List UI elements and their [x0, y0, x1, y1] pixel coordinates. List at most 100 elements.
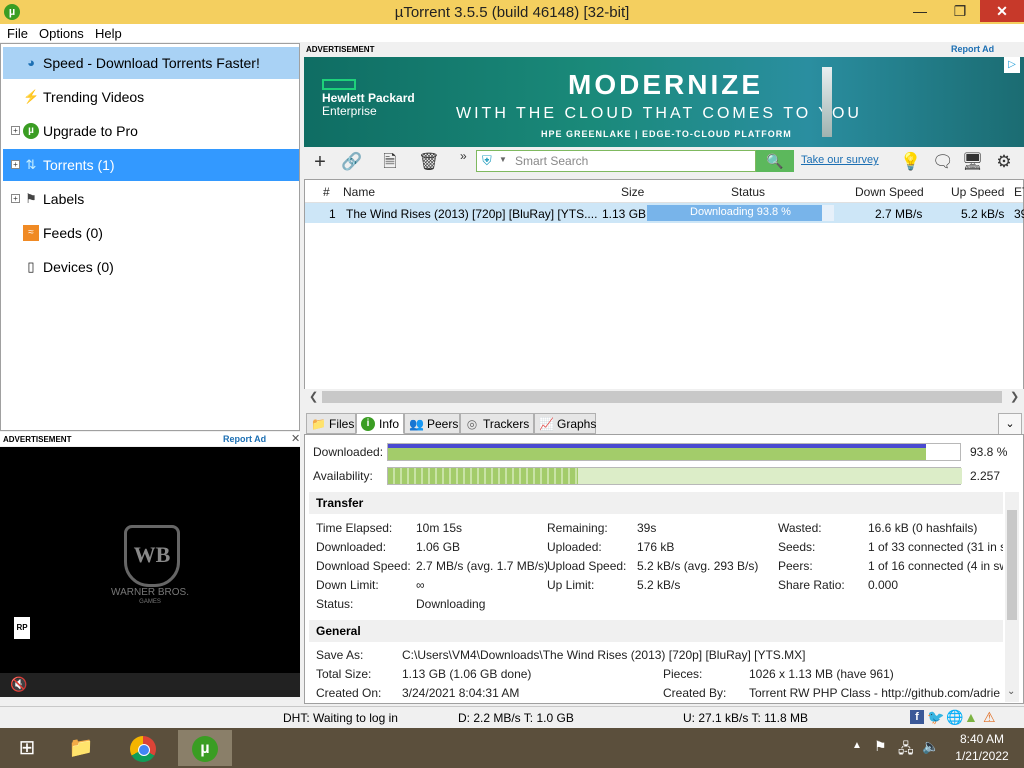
sidebar-item-upgrade[interactable]: + µ Upgrade to Pro — [3, 115, 299, 147]
chrome-icon[interactable] — [116, 730, 170, 766]
general-header: General — [309, 620, 1003, 642]
sidebar-item-feeds[interactable]: ≈ Feeds (0) — [3, 217, 299, 249]
transfer-label-b: Remaining: — [547, 521, 608, 535]
windows-start-icon[interactable]: ⊞ — [0, 730, 54, 766]
search-placeholder: Smart Search — [515, 154, 589, 168]
tray-chevron-icon[interactable]: ▲ — [852, 740, 862, 751]
menu-options[interactable]: Options — [39, 26, 84, 41]
row-down-speed: 2.7 MB/s — [875, 207, 923, 221]
tag-icon: ⚑ — [25, 191, 37, 206]
mute-icon[interactable]: 🔇 — [10, 676, 27, 693]
row-num: 1 — [329, 207, 336, 221]
menu-help[interactable]: Help — [95, 26, 122, 41]
report-ad-link[interactable]: Report Ad — [223, 434, 266, 444]
sidebar-item-labels[interactable]: + ⚑ Labels — [3, 183, 299, 215]
tab-graphs[interactable]: 📈 Graphs — [534, 413, 596, 434]
taskbar: ⊞ 📁 µ ▲ ⚑ 🖧 🔈 8:40 AM 1/21/2022 — [0, 728, 1024, 768]
twitter-icon[interactable]: 🐦 — [927, 709, 944, 726]
utorrent-taskbar-icon[interactable]: µ — [178, 730, 232, 766]
scroll-left-icon[interactable]: ❮ — [309, 390, 318, 403]
warning-icon[interactable]: ⚠ — [983, 709, 996, 726]
transfer-label-b: Upload Speed: — [547, 559, 627, 573]
transfer-value-c: 0.000 — [868, 578, 899, 592]
scroll-down-icon[interactable]: ⌄ — [1007, 686, 1015, 697]
title-bar: µ µTorrent 3.5.5 (build 46148) [32-bit] … — [0, 0, 1024, 24]
col-header-num[interactable]: # — [323, 182, 330, 202]
facebook-icon[interactable]: f — [910, 710, 924, 724]
transfer-value-b: 176 kB — [637, 540, 675, 554]
transfer-value-a: 10m 15s — [416, 521, 463, 535]
remove-torrent-icon[interactable]: 🗑 — [418, 153, 440, 171]
android-icon[interactable]: ▲ — [964, 709, 978, 725]
expand-icon[interactable]: + — [11, 126, 20, 135]
col-header-eta[interactable]: ET — [1014, 182, 1024, 202]
clock-time[interactable]: 8:40 AM — [952, 732, 1012, 746]
collapse-panel-icon[interactable]: ⌄ — [998, 413, 1022, 435]
report-ad-link[interactable]: Report Ad — [951, 44, 994, 54]
transfer-value-b: 5.2 kB/s — [637, 578, 681, 592]
network-icon[interactable]: 🖧 — [898, 738, 914, 762]
scroll-thumb[interactable] — [322, 391, 1002, 403]
hpe-name-line1: Hewlett Packard — [322, 91, 415, 105]
scroll-right-icon[interactable]: ❯ — [1010, 390, 1019, 403]
created-by-value: Torrent RW PHP Class - http://github.com… — [749, 686, 1000, 700]
transfer-value-b: 5.2 kB/s (avg. 293 B/s) — [637, 559, 759, 573]
general-title: General — [316, 624, 361, 638]
sidebar-item-speed[interactable]: ◕ Speed - Download Torrents Faster! — [3, 47, 299, 79]
close-icon[interactable]: ✕ — [980, 0, 1024, 22]
sidebar-item-torrents[interactable]: + ⇅ Torrents (1) — [3, 149, 299, 181]
create-torrent-icon[interactable]: 🗎 — [380, 153, 400, 171]
lightbulb-icon[interactable]: 💡 — [900, 153, 921, 171]
search-dropdown-icon[interactable]: ▼ — [499, 155, 507, 164]
top-ad-banner[interactable]: Hewlett Packard Enterprise MODERNIZE WIT… — [304, 57, 1024, 147]
horizontal-scrollbar[interactable]: ❮ ❯ — [304, 389, 1024, 405]
volume-icon[interactable]: 🔈 — [922, 738, 939, 755]
gear-icon[interactable]: ⚙ — [994, 153, 1014, 171]
expand-icon[interactable]: + — [11, 194, 20, 203]
lighthouse-image — [822, 67, 832, 137]
left-ad-video[interactable]: WB WARNER BROS. GAMES RP 🔇 — [0, 447, 300, 697]
transfer-value-c: 1 of 16 connected (4 in sw — [868, 559, 1003, 573]
info-vertical-scrollbar[interactable]: ⌄ — [1005, 492, 1019, 702]
tab-trackers[interactable]: ◎ Trackers — [460, 413, 534, 434]
row-progress-track: Downloading 93.8 % — [647, 205, 834, 221]
file-explorer-icon[interactable]: 📁 — [54, 730, 108, 766]
created-on-label: Created On: — [316, 686, 382, 700]
close-ad-icon[interactable]: ✕ — [291, 432, 300, 445]
tab-files[interactable]: 📁 Files — [306, 413, 356, 434]
pieces-value: 1026 x 1.13 MB (have 961) — [749, 667, 894, 681]
add-torrent-icon[interactable]: + — [310, 152, 330, 172]
minimize-icon[interactable]: — — [900, 0, 940, 22]
save-as-value: C:\Users\VM4\Downloads\The Wind Rises (2… — [402, 648, 806, 662]
hpe-logo-icon — [322, 79, 356, 90]
availability-fill-low — [578, 468, 962, 484]
window-title: µTorrent 3.5.5 (build 46148) [32-bit] — [394, 4, 630, 21]
col-header-up-speed[interactable]: Up Speed — [951, 182, 1004, 202]
adchoices-icon[interactable]: ▷ — [1004, 57, 1020, 73]
sidebar-item-devices[interactable]: ▯ Devices (0) — [3, 251, 299, 283]
sidebar-item-trending[interactable]: ⚡ Trending Videos — [3, 81, 299, 113]
tab-peers[interactable]: 👥 Peers — [404, 413, 460, 434]
monitor-icon[interactable]: 🖥 — [962, 153, 984, 171]
tab-info[interactable]: i Info — [356, 413, 404, 434]
smart-search-input[interactable]: ⛨ ▼ Smart Search — [476, 150, 756, 172]
clock-date[interactable]: 1/21/2022 — [948, 749, 1016, 763]
action-center-icon[interactable]: ⚑ — [874, 738, 887, 755]
col-header-size[interactable]: Size — [621, 182, 644, 202]
col-header-down-speed[interactable]: Down Speed — [855, 182, 924, 202]
menu-file[interactable]: File — [7, 26, 28, 41]
expand-icon[interactable]: + — [11, 160, 20, 169]
more-tools-icon[interactable]: » — [460, 149, 467, 163]
col-header-status[interactable]: Status — [731, 182, 765, 202]
globe-icon[interactable]: 🌐 — [946, 709, 963, 726]
survey-link[interactable]: Take our survey — [801, 154, 879, 166]
chat-icon[interactable]: 🗨 — [932, 153, 954, 171]
bolt-icon: ⚡ — [23, 89, 40, 104]
col-header-name[interactable]: Name — [343, 182, 375, 202]
restore-icon[interactable]: ❐ — [940, 0, 980, 22]
top-ad-header: ADVERTISEMENT Report Ad — [304, 43, 1024, 57]
search-button[interactable]: 🔍 — [756, 150, 794, 172]
total-size-label: Total Size: — [316, 667, 372, 681]
add-link-icon[interactable]: 🔗 — [341, 153, 362, 171]
scroll-thumb[interactable] — [1007, 510, 1017, 620]
